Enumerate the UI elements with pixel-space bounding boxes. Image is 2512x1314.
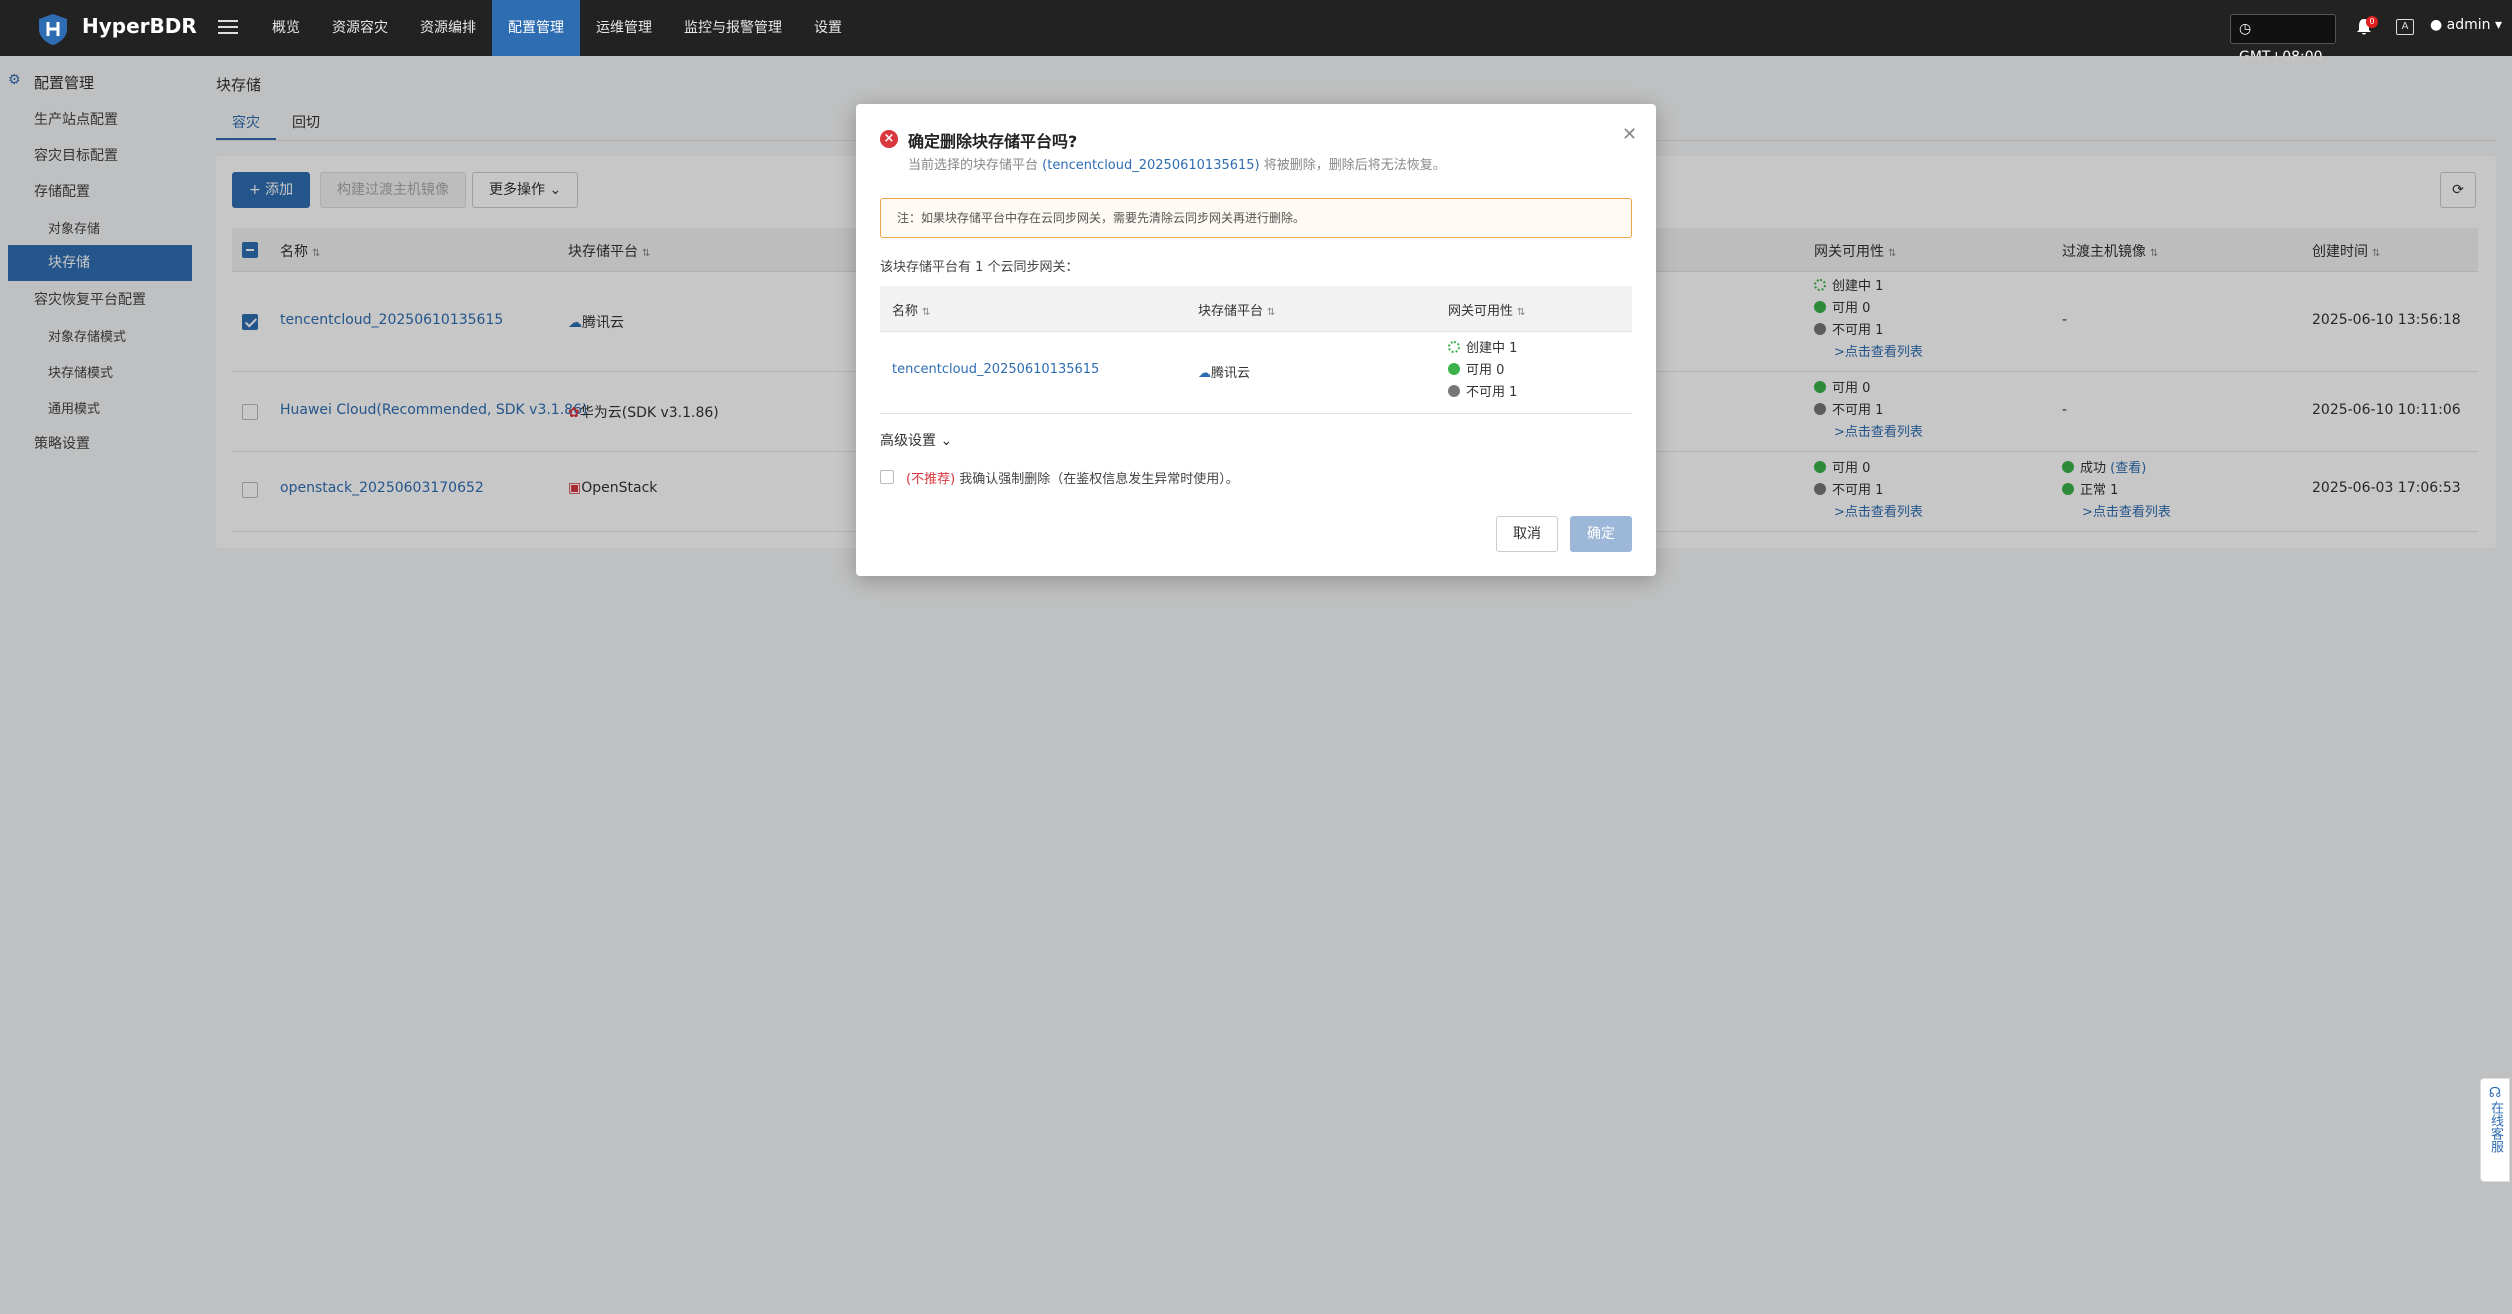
modal-column-platform[interactable]: 块存储平台 ⇅	[1198, 300, 1275, 319]
confirm-button[interactable]: 确定	[1570, 516, 1632, 552]
delete-confirm-modal: × 确定删除块存储平台吗? 当前选择的块存储平台 (tencentcloud_2…	[856, 104, 1656, 576]
modal-table-row: tencentcloud_20250610135615 ☁腾讯云 创建中 1 可…	[880, 332, 1632, 414]
error-icon: ×	[880, 130, 898, 148]
hyperbdr-logo-icon	[39, 14, 67, 45]
language-icon[interactable]: A	[2396, 19, 2414, 35]
force-delete-checkbox[interactable]	[880, 470, 894, 484]
available-icon	[1448, 363, 1460, 375]
nav-overview[interactable]: 概览	[256, 0, 316, 56]
gateway-count-text: 该块存储平台有 1 个云同步网关：	[880, 260, 1079, 275]
brand-name: HyperBDR	[82, 14, 197, 38]
nav-config-management[interactable]: 配置管理	[492, 0, 580, 56]
nav-resource-orchestration[interactable]: 资源编排	[404, 0, 492, 56]
user-menu[interactable]: ● admin ▾	[2430, 17, 2502, 33]
unavailable-icon	[1448, 385, 1460, 397]
modal-column-gateway[interactable]: 网关可用性 ⇅	[1448, 300, 1525, 319]
notification-badge: 0	[2366, 16, 2378, 28]
warning-note: 注：如果块存储平台中存在云同步网关，需要先清除云同步网关再进行删除。	[880, 198, 1632, 238]
advanced-settings-toggle[interactable]: 高级设置 ⌄	[880, 430, 952, 450]
sort-icon: ⇅	[1517, 307, 1526, 318]
menu-toggle-icon[interactable]	[218, 16, 238, 40]
clock-icon: ◷	[2239, 21, 2252, 37]
modal-gateway-status: 创建中 1 可用 0 不可用 1	[1448, 338, 1517, 404]
modal-row-platform: ☁腾讯云	[1198, 366, 1251, 381]
sort-icon: ⇅	[922, 307, 931, 318]
modal-title: 确定删除块存储平台吗?	[908, 132, 1078, 151]
creating-icon	[1448, 341, 1460, 353]
cancel-button[interactable]: 取消	[1496, 516, 1558, 552]
close-icon[interactable]: ✕	[1622, 124, 1637, 145]
nav-resource-dr[interactable]: 资源容灾	[316, 0, 404, 56]
force-delete-label[interactable]: (不推荐) 我确认强制删除（在鉴权信息发生异常时使用）。	[906, 468, 1239, 487]
headset-icon: ☊	[2488, 1085, 2502, 1101]
modal-column-name[interactable]: 名称 ⇅	[892, 300, 930, 319]
modal-row-name[interactable]: tencentcloud_20250610135615	[892, 362, 1099, 377]
timezone-display[interactable]: ◷ GMT+08:00	[2230, 14, 2336, 65]
modal-description: 当前选择的块存储平台 (tencentcloud_20250610135615)…	[908, 158, 1446, 173]
online-support-button[interactable]: ☊ 在线客服	[2480, 1078, 2510, 1182]
nav-settings[interactable]: 设置	[798, 0, 858, 56]
top-navigation-bar: HyperBDR 概览 资源容灾 资源编排 配置管理 运维管理 监控与报警管理 …	[0, 0, 2512, 65]
user-icon: ●	[2430, 17, 2443, 33]
nav-monitoring-alerts[interactable]: 监控与报警管理	[668, 0, 798, 56]
caret-down-icon: ▾	[2495, 17, 2503, 33]
cloud-icon: ☁	[1198, 366, 1211, 381]
nav-ops-management[interactable]: 运维管理	[580, 0, 668, 56]
sort-icon: ⇅	[1267, 307, 1276, 318]
chevron-down-icon: ⌄	[940, 433, 953, 449]
modal-table-header: 名称 ⇅ 块存储平台 ⇅ 网关可用性 ⇅	[880, 286, 1632, 332]
